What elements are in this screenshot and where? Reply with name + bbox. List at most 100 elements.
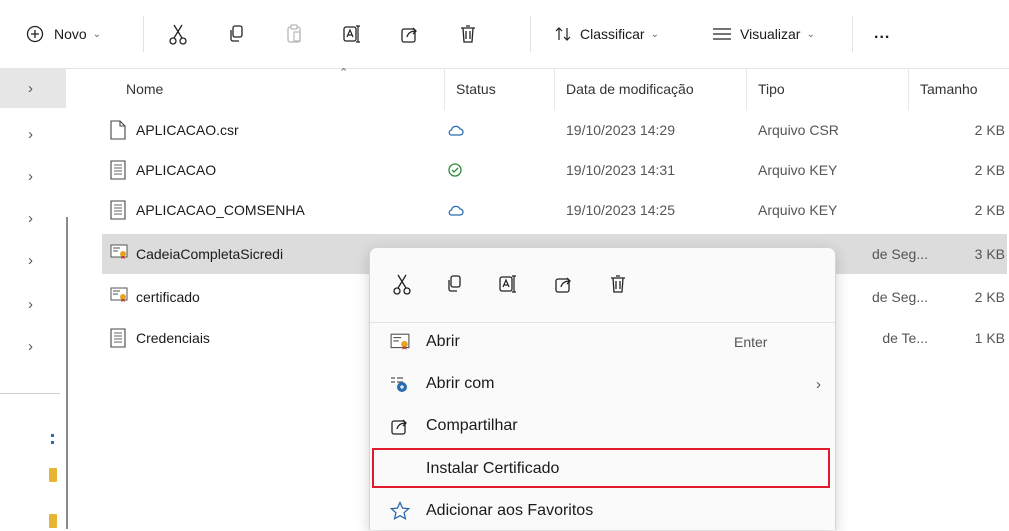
rename-button[interactable]: [490, 266, 526, 302]
chevron-down-icon: ⌄: [650, 28, 659, 40]
certificate-icon: [110, 287, 128, 307]
open-with-icon: [388, 372, 412, 396]
nav-expand-item[interactable]: ›: [0, 198, 66, 238]
copy-button[interactable]: [436, 266, 472, 302]
copy-icon: [445, 274, 463, 294]
file-row[interactable]: APLICACAO.csr 19/10/2023 14:29 Arquivo C…: [102, 110, 1007, 150]
new-button[interactable]: Novo ⌄: [26, 20, 101, 48]
context-menu-quick-actions: [370, 258, 835, 310]
menu-item-open-with[interactable]: Abrir com ›: [374, 364, 830, 404]
rename-icon: [498, 274, 518, 294]
chevron-right-icon: ›: [28, 209, 33, 227]
share-button[interactable]: [546, 266, 582, 302]
clipboard-icon: [285, 24, 303, 44]
blank-file-icon: [110, 120, 128, 140]
menu-item-share[interactable]: Compartilhar: [374, 406, 830, 446]
nav-scrollbar[interactable]: [66, 217, 68, 529]
sort-label: Classificar: [580, 26, 645, 42]
text-file-icon: [110, 328, 128, 348]
chevron-right-icon: ›: [28, 337, 33, 355]
navigation-pane: › › › › › › ›: [0, 68, 66, 529]
file-size: 2 KB: [974, 202, 1005, 218]
file-size: 2 KB: [974, 162, 1005, 178]
file-modified: 19/10/2023 14:31: [566, 162, 675, 178]
nav-indicator: [51, 441, 54, 444]
list-view-icon: [712, 27, 732, 41]
shortcut-label: Enter: [734, 334, 768, 350]
view-button[interactable]: Visualizar ⌄: [712, 20, 815, 48]
file-size: 2 KB: [974, 289, 1005, 305]
certificate-icon: [110, 244, 128, 264]
file-name: certificado: [136, 289, 200, 305]
file-type: Arquivo CSR: [758, 122, 839, 138]
paste-button[interactable]: [280, 20, 308, 48]
highlight-box: [372, 448, 830, 488]
plus-circle-icon: [26, 25, 44, 43]
trash-icon: [459, 24, 477, 44]
scissors-icon: [392, 273, 412, 295]
column-header-size[interactable]: Tamanho: [920, 68, 978, 110]
synced-check-icon: [448, 150, 462, 190]
nav-expand-item[interactable]: ›: [0, 114, 66, 154]
certificate-icon: [388, 330, 412, 354]
cloud-icon: [448, 190, 464, 230]
nav-expand-item[interactable]: ›: [0, 284, 66, 324]
chevron-right-icon: ›: [28, 79, 33, 97]
rename-icon: [342, 24, 362, 44]
delete-button[interactable]: [454, 20, 482, 48]
command-bar: Novo ⌄ Classificar ⌄ Visualizar ⌄ ...: [0, 0, 1009, 69]
folder-icon: [49, 514, 57, 528]
menu-item-open[interactable]: Abrir Enter: [374, 322, 830, 362]
chevron-right-icon: ›: [28, 295, 33, 313]
share-icon: [400, 24, 420, 44]
menu-item-add-favorites[interactable]: Adicionar aos Favoritos: [374, 491, 830, 531]
delete-button[interactable]: [600, 266, 636, 302]
cut-button[interactable]: [384, 266, 420, 302]
file-type: Arquivo KEY: [758, 162, 838, 178]
column-header-status[interactable]: Status: [456, 68, 496, 110]
nav-expand-item[interactable]: ›: [0, 68, 66, 108]
file-type: Arquivo KEY: [758, 202, 838, 218]
column-header-type[interactable]: Tipo: [758, 68, 785, 110]
cloud-icon: [448, 110, 464, 150]
file-size: 2 KB: [974, 122, 1005, 138]
file-name: Credenciais: [136, 330, 210, 346]
column-header-name[interactable]: Nome: [126, 68, 163, 110]
share-icon: [554, 274, 574, 294]
cut-button[interactable]: [164, 20, 192, 48]
sort-ascending-icon: ⌃: [339, 67, 349, 79]
file-modified: 19/10/2023 14:25: [566, 202, 675, 218]
nav-divider: [0, 393, 60, 394]
sort-icon: [554, 25, 572, 43]
sort-button[interactable]: Classificar ⌄: [554, 20, 659, 48]
rename-button[interactable]: [338, 20, 366, 48]
file-size: 1 KB: [974, 330, 1005, 346]
file-row[interactable]: APLICACAO 19/10/2023 14:31 Arquivo KEY 2…: [102, 150, 1007, 190]
copy-icon: [227, 24, 245, 44]
chevron-right-icon: ›: [816, 375, 821, 393]
file-modified: 19/10/2023 14:29: [566, 122, 675, 138]
chevron-right-icon: ›: [28, 251, 33, 269]
file-name: APLICACAO_COMSENHA: [136, 202, 305, 218]
file-name: APLICACAO.csr: [136, 122, 239, 138]
nav-expand-item[interactable]: ›: [0, 326, 66, 366]
trash-icon: [609, 274, 627, 294]
share-button[interactable]: [396, 20, 424, 48]
chevron-right-icon: ›: [28, 167, 33, 185]
nav-expand-item[interactable]: ›: [0, 156, 66, 196]
text-file-icon: [110, 200, 128, 220]
file-name: APLICACAO: [136, 162, 217, 178]
share-icon: [388, 414, 412, 438]
text-file-icon: [110, 160, 128, 180]
new-label: Novo: [54, 26, 87, 42]
nav-expand-item[interactable]: ›: [0, 240, 66, 280]
folder-icon: [49, 468, 57, 482]
file-row[interactable]: APLICACAO_COMSENHA 19/10/2023 14:25 Arqu…: [102, 190, 1007, 230]
chevron-down-icon: ⌄: [92, 28, 102, 40]
copy-button[interactable]: [222, 20, 250, 48]
file-size: 3 KB: [974, 246, 1005, 262]
column-header-modified[interactable]: Data de modificação: [566, 68, 694, 110]
chevron-right-icon: ›: [28, 125, 33, 143]
star-icon: [388, 499, 412, 523]
more-options-button[interactable]: ...: [874, 20, 890, 48]
